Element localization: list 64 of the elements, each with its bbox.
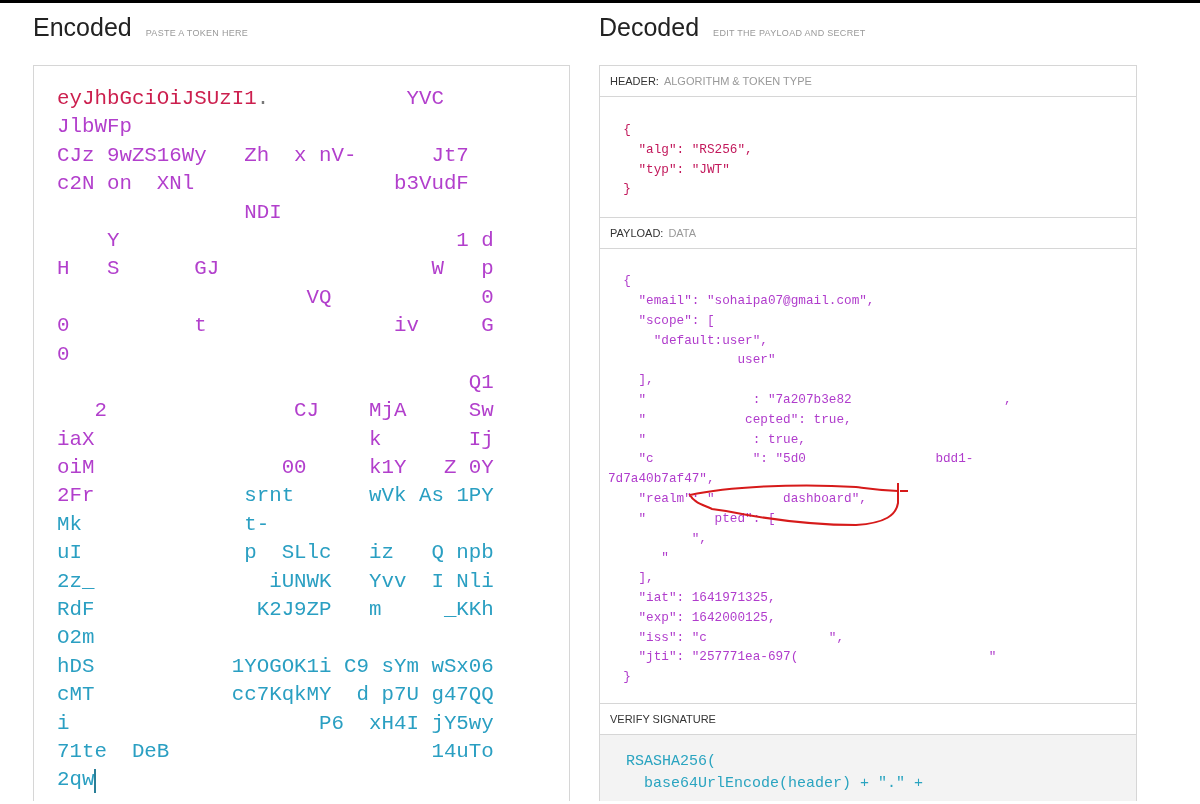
token-text: CJz 9wZS16Wy Zh x nV- Jt7 (57, 142, 469, 169)
token-text: Q1 (467, 369, 494, 396)
panel-title: Decoded (599, 13, 700, 42)
token-text: i P6 xH4I jY5wy (57, 710, 494, 737)
json-editor[interactable]: { "alg": "RS256", "typ": "JWT" } (600, 97, 1136, 219)
code-line: user" (736, 351, 777, 370)
code-line: "email": "sohaipa07@gmail.com", (637, 292, 876, 310)
panel-title: Encoded (33, 13, 132, 42)
token-text: JlbWFp (57, 114, 132, 141)
section-label: PAYLOAD: (610, 227, 664, 240)
code-line: } (622, 668, 632, 687)
code-line: "exp": 1642000125, (637, 608, 777, 627)
token-text: 71te DeB 14uTo (57, 739, 494, 765)
code-line: "scope": [ (637, 311, 716, 330)
token-text: oiM 00 k1Y Z 0Y (57, 455, 494, 482)
token-text: 2qw (57, 767, 95, 794)
token-text: 0 t iv G (57, 313, 494, 340)
section-sublabel: ALGORITHM & TOKEN TYPE (663, 75, 812, 87)
token-input-field[interactable] (33, 65, 570, 801)
token-text: O2m (57, 625, 95, 652)
code-line: "default:user", (652, 331, 769, 350)
token-text: RdF K2J9ZP m _KKh (57, 597, 494, 624)
code-line: "iss": "c ", (637, 628, 846, 647)
code-line: "c ": "5d0 bdd1- (637, 450, 975, 469)
token-text: cMT cc7KqkMY d p7U g47QQ (57, 682, 494, 709)
token-text: eyJhbGciOiJSUzI1 (57, 86, 257, 112)
token-text: NDI (243, 199, 282, 226)
code-line: ], (637, 371, 655, 390)
code-line: " (660, 549, 670, 568)
token-text: 2Fr (57, 483, 95, 510)
token-text: 2 CJ MjA Sw (93, 398, 494, 425)
section-label: HEADER: (610, 75, 659, 87)
code-line: ", (690, 529, 708, 548)
code-line: 7d7a40b7af47", (608, 470, 716, 489)
token-text: Y 1 d (105, 227, 494, 254)
token-text: uI p SLlc iz Q npb (57, 540, 494, 567)
token-text: YVC (405, 86, 444, 112)
token-text: VQ 0 (305, 284, 494, 311)
code-line: RSASHA256( (625, 751, 718, 772)
section-label: VERIFY SIGNATURE (610, 712, 716, 725)
code-line: " cepted": true, (637, 410, 853, 429)
token-text: iaX k Ij (57, 426, 494, 453)
code-line: " : "7a207b3e82 , (637, 390, 1013, 409)
section-sublabel: DATA (668, 227, 697, 240)
code-line: "alg": "RS256", (637, 140, 754, 159)
token-text: 0 (57, 341, 70, 368)
code-line: } (622, 180, 632, 199)
code-line: { (622, 121, 632, 139)
token-text: srnt wVk As 1PY (243, 483, 494, 510)
token-text: H S GJ W p (57, 256, 494, 283)
token-text: . (256, 86, 270, 112)
panel-subtitle: PASTE A TOKEN HERE (145, 28, 249, 38)
code-line: ], (637, 569, 655, 588)
code-line: base64UrlEncode(header) + "." + (643, 773, 925, 794)
token-text: c2N on XNl b3VudF (57, 171, 469, 198)
token-text: hDS 1YOGOK1i C9 sYm wSx06 (57, 653, 494, 680)
code-line: "typ": "JWT" (637, 160, 731, 179)
code-line: "jti": "257771ea-697( " (637, 648, 998, 667)
code-line: { (622, 272, 632, 291)
panel-subtitle: EDIT THE PAYLOAD AND SECRET (713, 28, 866, 38)
token-text: Mk t- (57, 511, 270, 538)
token-text: 2z_ iUNWK Yvv I Nli (57, 568, 494, 595)
code-line: "iat": 1641971325, (637, 588, 777, 607)
code-line: " : true, (637, 430, 807, 449)
